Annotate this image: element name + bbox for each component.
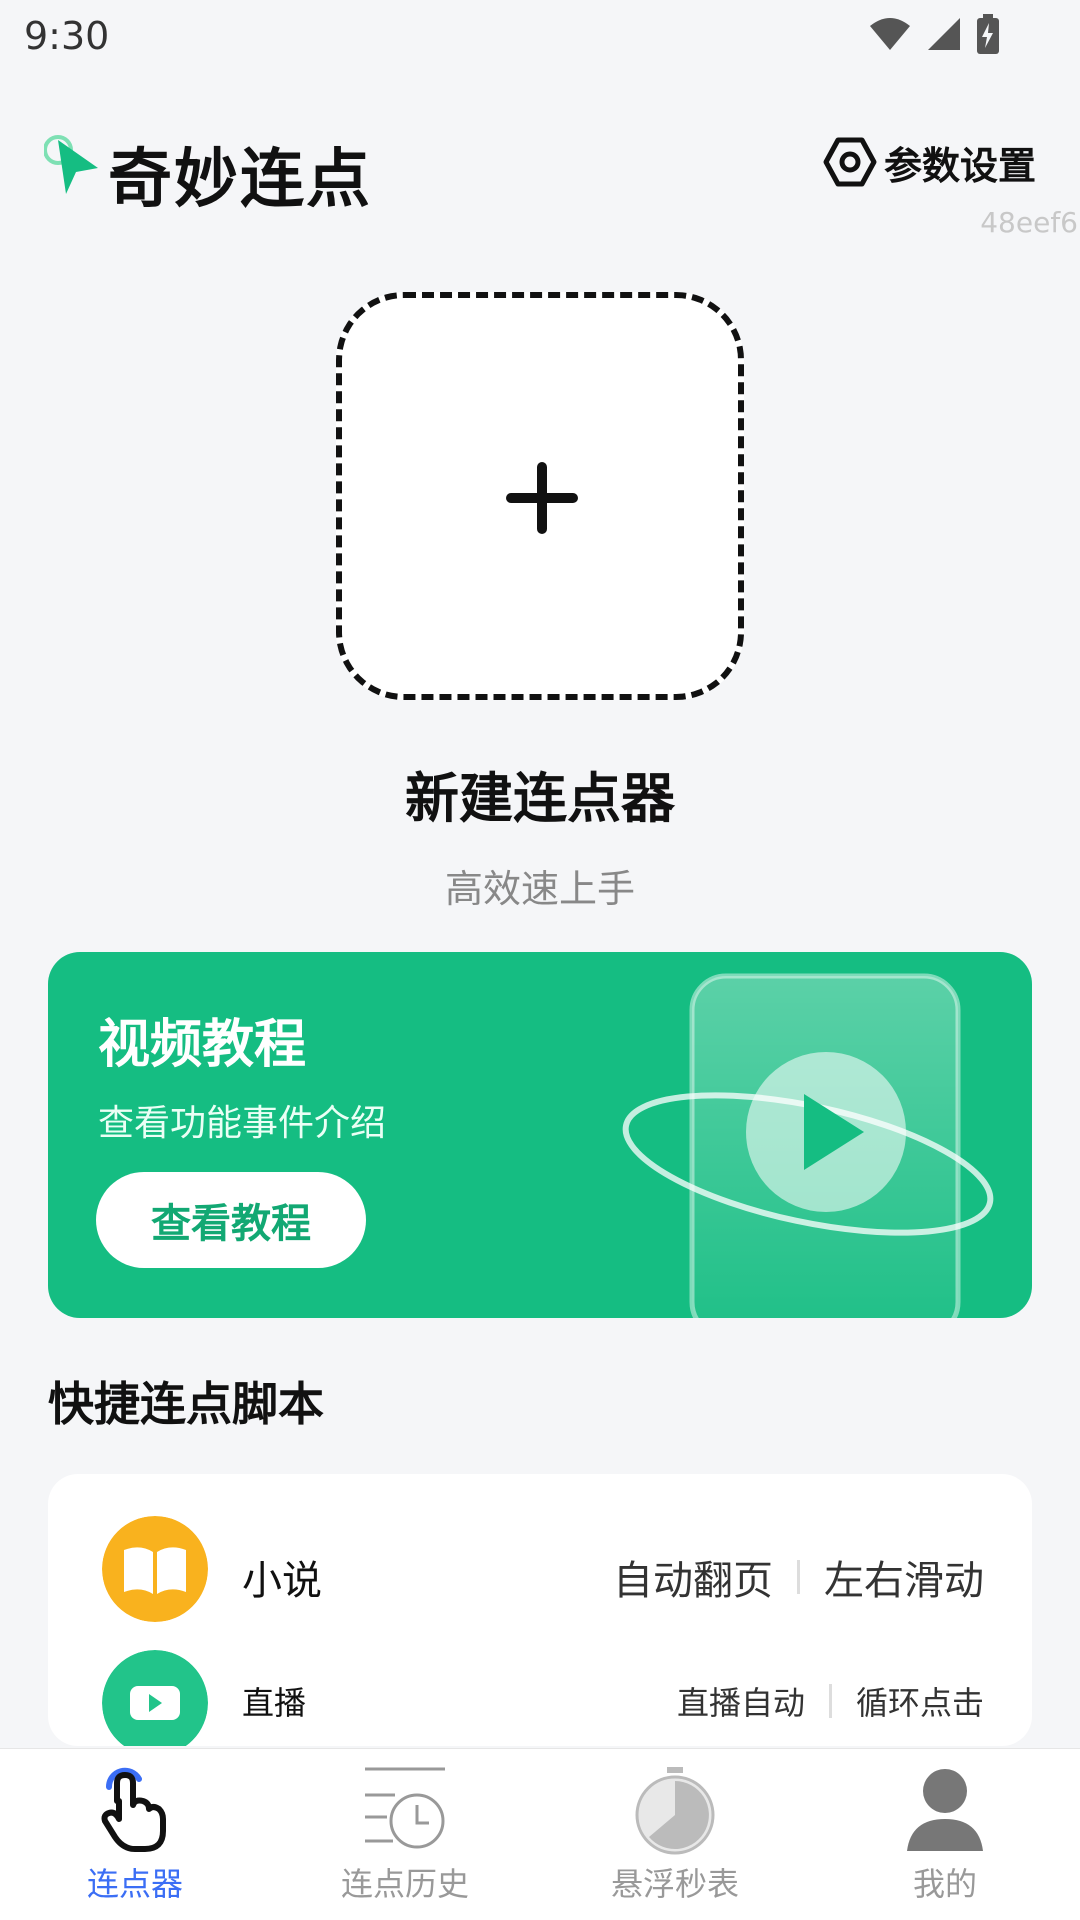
video-tutorial-banner[interactable]: 视频教程 查看功能事件介绍 查看教程 [48, 952, 1032, 1318]
tab-stopwatch[interactable]: 悬浮秒表 [540, 1749, 810, 1920]
tab-label: 连点器 [86, 1865, 183, 1903]
quick-scripts-list: 小说 自动翻页 左右滑动 直播 直播自动 循环点击 [48, 1474, 1032, 1746]
plus-icon [506, 462, 578, 534]
tab-clicker[interactable]: 连点器 [0, 1749, 270, 1920]
build-tag: 48eef6 [980, 206, 1078, 239]
play-icon [102, 1650, 208, 1746]
status-time: 9:30 [24, 14, 110, 58]
status-icons [868, 14, 1000, 54]
script-tag: 循环点击 [855, 1684, 984, 1722]
tab-label: 我的 [912, 1865, 977, 1903]
history-icon [365, 1767, 445, 1849]
new-clicker-subtitle: 高效速上手 [444, 867, 635, 911]
tab-label: 连点历史 [340, 1865, 469, 1903]
quick-scripts-title: 快捷连点脚本 [48, 1377, 324, 1431]
book-icon [102, 1516, 208, 1622]
status-bar: 9:30 [0, 0, 1080, 80]
new-clicker-title: 新建连点器 [405, 767, 675, 830]
script-item-live[interactable]: 直播 直播自动 循环点击 [48, 1646, 1032, 1746]
app-title: 奇妙连点 [108, 143, 372, 217]
new-clicker-button[interactable] [336, 292, 744, 700]
script-name: 小说 [242, 1558, 322, 1604]
script-tags: 直播自动 循环点击 [677, 1678, 984, 1724]
user-icon [907, 1769, 983, 1851]
script-name: 直播 [242, 1684, 307, 1722]
view-tutorial-button[interactable]: 查看教程 [96, 1172, 366, 1268]
signal-icon [928, 18, 960, 50]
tab-label: 悬浮秒表 [610, 1865, 739, 1903]
tab-history[interactable]: 连点历史 [270, 1749, 540, 1920]
gear-icon [823, 137, 877, 187]
wifi-icon [870, 18, 910, 50]
tap-hand-icon [101, 1767, 166, 1852]
tag-divider [797, 1560, 800, 1594]
banner-title: 视频教程 [98, 1015, 307, 1075]
script-tag: 左右滑动 [824, 1558, 984, 1604]
app-header: 奇妙连点 参数设置 48eef6 [0, 110, 1080, 239]
script-tag: 自动翻页 [613, 1558, 773, 1604]
tab-profile[interactable]: 我的 [810, 1749, 1080, 1920]
app-logo-icon [44, 135, 98, 194]
script-tag: 直播自动 [676, 1684, 805, 1722]
settings-label: 参数设置 [883, 143, 1036, 188]
phone-play-illustration [622, 973, 994, 1318]
script-item-novel[interactable]: 小说 自动翻页 左右滑动 [48, 1516, 1032, 1636]
stopwatch-icon [635, 1767, 715, 1855]
battery-icon [977, 14, 999, 54]
bottom-tab-bar: 连点器 连点历史 悬浮秒表 我的 [0, 1748, 1080, 1920]
tag-divider [828, 1684, 832, 1718]
settings-button[interactable]: 参数设置 [822, 134, 1036, 190]
script-tags: 自动翻页 左右滑动 [613, 1548, 984, 1606]
banner-description: 查看功能事件介绍 [98, 1103, 387, 1144]
